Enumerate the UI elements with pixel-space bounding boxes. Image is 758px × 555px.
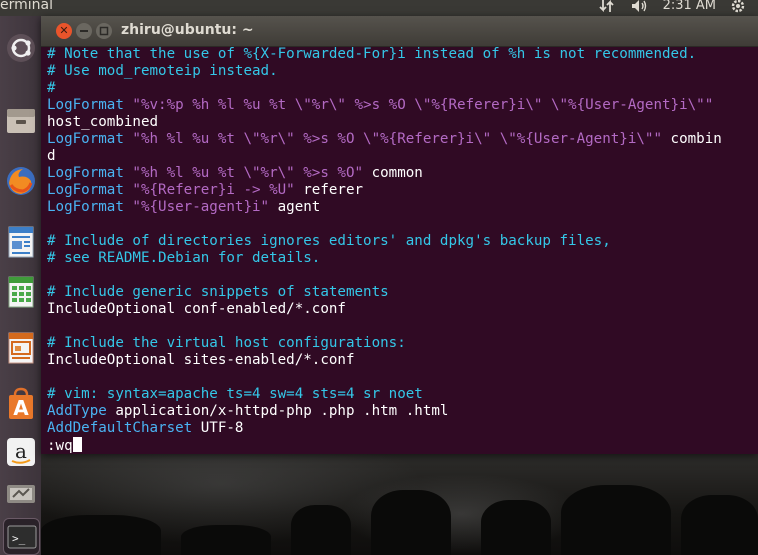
terminal-line: AddDefaultCharset UTF-8 <box>47 420 758 437</box>
maximize-button[interactable] <box>96 23 112 39</box>
terminal-text-segment: AddDefaultCharset <box>47 420 201 436</box>
close-icon: ✕ <box>59 24 69 37</box>
terminal-line: IncludeOptional sites-enabled/*.conf <box>47 352 758 369</box>
terminal-text-segment: LogFormat <box>47 199 133 215</box>
terminal-text-segment: referer <box>294 182 364 198</box>
terminal-text-segment: # vim: syntax=apache ts=4 sw=4 sts=4 sr … <box>47 386 423 402</box>
writer-icon[interactable] <box>3 224 38 259</box>
terminal-text-segment: LogFormat <box>47 97 133 113</box>
terminal-text-segment: agent <box>269 199 321 215</box>
amazon-icon[interactable]: a <box>3 434 38 469</box>
terminal-line: # see README.Debian for details. <box>47 250 758 267</box>
close-button[interactable]: ✕ <box>56 23 72 39</box>
window-titlebar[interactable]: ✕ zhiru@ubuntu: ~ <box>41 16 758 47</box>
window-title: zhiru@ubuntu: ~ <box>121 22 254 38</box>
svg-text:A: A <box>13 396 29 420</box>
terminal-text-segment: # Include the virtual host configuration… <box>47 335 406 351</box>
terminal-text-segment: d <box>47 148 56 164</box>
terminal-text-segment: UTF-8 <box>200 420 244 436</box>
text-cursor <box>72 437 82 452</box>
maximize-icon <box>99 26 109 36</box>
terminal-line: LogFormat "%h %l %u %t \"%r\" %>s %O \"%… <box>47 131 758 148</box>
firefox-icon[interactable] <box>3 163 38 198</box>
terminal-text-segment: # Include generic snippets of statements <box>47 284 389 300</box>
network-icon[interactable] <box>598 0 617 13</box>
terminal-text-segment: :wq <box>47 438 73 454</box>
terminal-text-segment: "%h %l %u %t \"%r\" %>s %O" <box>132 165 364 181</box>
terminal-text-segment: "%h %l %u %t \"%r\" %>s %O \"%{Referer}i… <box>132 131 663 147</box>
terminal-line: IncludeOptional conf-enabled/*.conf <box>47 301 758 318</box>
terminal-text-segment: LogFormat <box>47 182 133 198</box>
amazon-glyph: a <box>15 439 27 463</box>
settings-icon[interactable] <box>3 476 38 511</box>
terminal-text-segment: host_combined <box>47 114 159 130</box>
minimize-icon <box>80 30 88 32</box>
terminal-line: # Include generic snippets of statements <box>47 284 758 301</box>
top-panel: erminal 2:31 AM <box>0 0 758 16</box>
terminal-line: # Use mod_remoteip instead. <box>47 63 758 80</box>
terminal-text-segment: LogFormat <box>47 165 133 181</box>
terminal-text-segment: IncludeOptional conf-enabled/*.conf <box>47 301 346 317</box>
terminal-icon[interactable]: >_ <box>3 518 40 555</box>
indicator-area: 2:31 AM <box>598 0 748 13</box>
terminal-line: d <box>47 148 758 165</box>
terminal-line: :wq <box>47 437 758 454</box>
terminal-text-segment: IncludeOptional sites-enabled/*.conf <box>47 352 355 368</box>
terminal-text-segment: # <box>47 80 56 96</box>
terminal-window: ✕ zhiru@ubuntu: ~ # Note that the use of… <box>41 16 758 454</box>
terminal-line: LogFormat "%h %l %u %t \"%r\" %>s %O" co… <box>47 165 758 182</box>
terminal-text-segment: "%{Referer}i -> %U" <box>132 182 295 198</box>
terminal-text-segment: # see README.Debian for details. <box>47 250 321 266</box>
software-center-icon[interactable]: A <box>3 386 38 421</box>
desktop-wallpaper <box>41 454 758 555</box>
terminal-text-segment: "%{User-agent}i" <box>132 199 270 215</box>
terminal-line: LogFormat "%{Referer}i -> %U" referer <box>47 182 758 199</box>
terminal-line: # Note that the use of %{X-Forwarded-For… <box>47 46 758 63</box>
impress-icon[interactable] <box>3 330 38 365</box>
clock[interactable]: 2:31 AM <box>663 0 716 13</box>
terminal-line: # <box>47 80 758 97</box>
terminal-text-segment: application/x-httpd-php .php .htm .html <box>115 403 449 419</box>
terminal-line: # Include the virtual host configuration… <box>47 335 758 352</box>
terminal-text-segment: combin <box>662 131 722 147</box>
launcher: A a >_ <box>0 16 42 555</box>
terminal-line: # vim: syntax=apache ts=4 sw=4 sts=4 sr … <box>47 386 758 403</box>
terminal-line: # Include of directories ignores editors… <box>47 233 758 250</box>
files-icon[interactable] <box>3 102 38 137</box>
gear-icon[interactable] <box>730 0 748 13</box>
terminal-text-segment: common <box>363 165 423 181</box>
ubuntu-dash-icon[interactable] <box>3 30 38 65</box>
terminal-text-segment: # Use mod_remoteip instead. <box>47 63 278 79</box>
terminal-line: host_combined <box>47 114 758 131</box>
terminal-line: LogFormat "%{User-agent}i" agent <box>47 199 758 216</box>
terminal-text-segment: # Note that the use of %{X-Forwarded-For… <box>47 46 697 62</box>
terminal-line: LogFormat "%v:%p %h %l %u %t \"%r\" %>s … <box>47 97 758 114</box>
terminal-glyph: >_ <box>12 532 26 545</box>
terminal-text-segment: # Include of directories ignores editors… <box>47 233 611 249</box>
terminal-line: AddType application/x-httpd-php .php .ht… <box>47 403 758 420</box>
terminal-text-segment: AddType <box>47 403 116 419</box>
active-app-title: erminal <box>0 0 53 13</box>
terminal-text-segment: LogFormat <box>47 131 133 147</box>
terminal-text-segment: "%v:%p %h %l %u %t \"%r\" %>s %O \"%{Ref… <box>132 97 714 113</box>
terminal-text-area[interactable]: # Note that the use of %{X-Forwarded-For… <box>47 46 758 454</box>
volume-icon[interactable] <box>631 0 649 13</box>
calc-icon[interactable] <box>3 274 38 309</box>
minimize-button[interactable] <box>76 23 92 39</box>
